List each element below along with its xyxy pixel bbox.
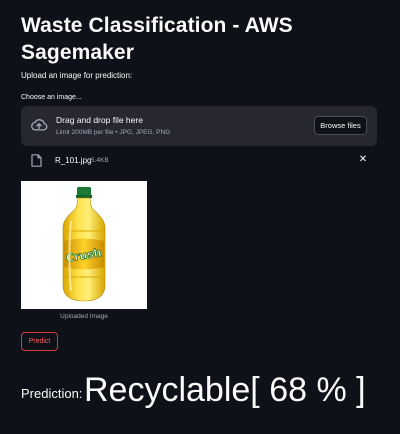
prediction-label: Prediction:	[21, 386, 83, 401]
dropzone-limit-text: Limit 200MB per file • JPG, JPEG, PNG	[56, 129, 171, 136]
file-name: R_101.jpg	[55, 156, 92, 165]
file-size: 5.4KB	[91, 157, 109, 164]
predict-button[interactable]: Predict	[21, 332, 58, 351]
browse-files-button[interactable]: Browse files	[314, 116, 367, 135]
close-icon[interactable]: ✕	[357, 153, 369, 167]
file-dropzone[interactable]: Drag and drop file here Limit 200MB per …	[21, 106, 377, 146]
app-page: Waste Classification - AWS Sagemaker Upl…	[0, 0, 400, 434]
uploaded-image: Crush	[21, 181, 147, 309]
dropzone-title: Drag and drop file here	[56, 115, 143, 125]
upload-instructions: Upload an image for prediction:	[21, 71, 133, 80]
cloud-upload-icon	[31, 119, 48, 131]
uploaded-file-item: R_101.jpg 5.4KB ✕	[21, 152, 377, 170]
page-title: Waste Classification - AWS Sagemaker	[21, 14, 293, 64]
image-caption: Uploaded Image	[60, 313, 108, 320]
soda-bottle-image: Crush	[62, 187, 106, 302]
file-icon	[31, 154, 42, 167]
file-uploader-label: Choose an image...	[21, 94, 82, 101]
prediction-value: Recyclable[ 68 % ]	[84, 371, 366, 409]
